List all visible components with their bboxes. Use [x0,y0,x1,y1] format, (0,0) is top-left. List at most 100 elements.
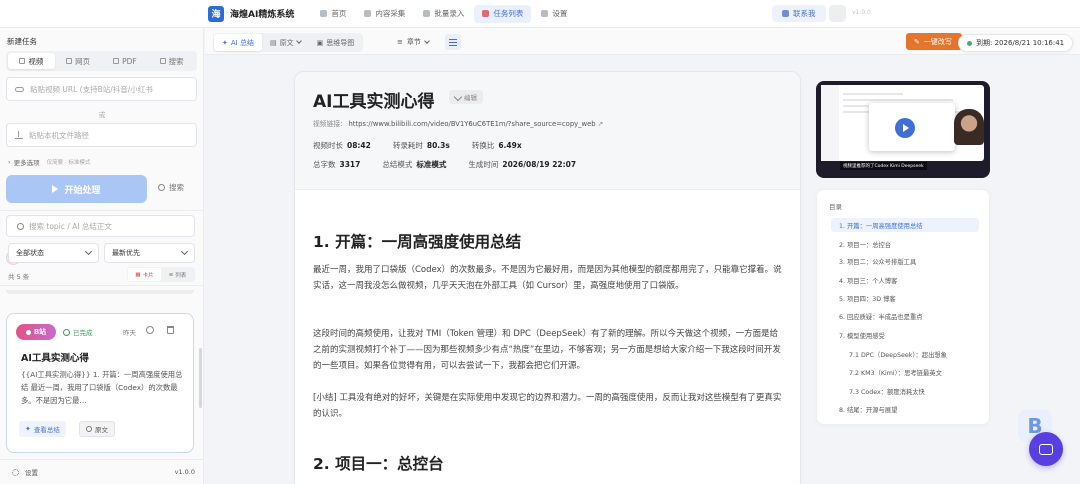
path-field[interactable] [6,123,197,147]
contact-button[interactable]: 联系我 [772,5,826,22]
or-divider: 或 [98,111,106,119]
task-card[interactable]: B站 已完成 昨天 AI工具实测心得 {{AI工具实测心得}} 1. 开篇：一周… [6,313,194,453]
card-excerpt: {{AI工具实测心得}} 1. 开篇：一周高强度使用总结 最近一周，我用了口袋版… [21,370,183,405]
tab-ai-summary[interactable]: ✦ AI 总结 [214,34,262,51]
meta-row-1: 视频时长 08:42 转录耗时 80.3s 转换比 6.49x [313,141,522,150]
rewrite-button[interactable]: ✎ 一键改写 [906,33,962,50]
video-url[interactable]: https://www.bilibili.com/video/BV1Y6uC6T… [348,120,595,128]
toc-item[interactable]: 7.1 DPC（DeepSeek）：超出想象 [831,347,979,361]
collect-icon [364,10,372,17]
tab-pdf[interactable]: PDF [102,53,149,69]
chat-icon [782,10,789,17]
path-input[interactable] [29,130,189,140]
status-dot-icon [967,40,972,46]
toc-item[interactable]: 7. 模型使用感受 [831,328,979,342]
check-circle-icon [63,328,70,336]
edit-icon: ✎ [914,37,920,46]
settings-icon [541,10,549,17]
version-top: v1.0.0 [852,9,871,16]
list-icon: ≡ [168,271,174,278]
batch-icon [423,10,431,17]
url-input[interactable] [30,84,190,94]
toc-item[interactable]: 3. 项目二：公众号排版工具 [831,254,979,268]
document-title: AI工具实测心得 [313,92,435,112]
chevron-right-icon: › [8,158,11,166]
nav-tasks[interactable]: 任务列表 [474,4,532,23]
view-card-button[interactable]: ▦ 卡片 [128,268,161,281]
mindmap-icon: ▣ [316,38,324,47]
tab-web[interactable]: 网页 [55,53,102,69]
nav-batch[interactable]: 批量录入 [415,5,472,23]
view-toggle: ▦ 卡片 ≡ 列表 [127,267,195,282]
toc-item[interactable]: 7.2 KM3（Kimi）：思考链最英文 [831,365,979,379]
platform-badge: B站 [16,324,56,340]
tab-video[interactable]: 视频 [8,53,55,69]
expiry-badge: 到期: 2026/8/21 10:16:41 [958,34,1074,52]
info-icon[interactable] [146,326,154,334]
chevron-down-icon [180,247,189,256]
sort-select[interactable]: 最新优先 [104,243,195,263]
toc-item[interactable]: 4. 项目三：个人博客 [831,273,979,287]
status-select[interactable]: 全部状态 [8,243,99,263]
toc-item[interactable]: 8. 结尾：开源与展望 [831,402,979,416]
view-source-button[interactable]: 原文 [79,421,115,437]
previous-card-edge [6,290,194,294]
nav-settings[interactable]: 设置 [533,5,575,23]
task-icon [482,10,490,17]
toc-item[interactable]: 2. 项目一：总控台 [831,237,979,251]
sidebar-footer: 设置 v1.0.0 [0,459,204,484]
video-icon [19,58,26,64]
view-list-button[interactable]: ≡ 列表 [161,268,194,281]
video-link: 视频链接: https://www.bilibili.com/video/BV1Y… [313,120,604,128]
video-thumbnail[interactable]: 视频里推荐的了Codex Kimi Deepseek [816,81,990,178]
outline-toggle-icon[interactable] [445,34,461,50]
more-options-toggle[interactable]: › 更多选项 仅简要 · 标准模式 [8,157,90,167]
task-search-input[interactable] [29,221,189,231]
tab-search[interactable]: 搜索 [148,53,195,69]
search-button[interactable]: 搜索 [158,182,184,193]
nav-collect[interactable]: 内容采集 [356,5,413,23]
toc-item[interactable]: 5. 项目四：3D 博客 [831,291,979,305]
task-search-field[interactable] [6,215,195,237]
paragraph: [小结] 工具没有绝对的好坏，关键是在实际使用中发现它的边界和潜力。一周的高强度… [313,393,782,419]
search-icon [158,184,165,191]
chevron-down-icon [84,247,93,256]
upload-icon [15,131,23,139]
home-icon [320,10,328,17]
divider [0,210,204,211]
divider [0,285,204,286]
meta-row-2: 总字数 3317 总结模式 标准模式 生成时间 2026/08/19 22:07 [313,160,577,169]
nav-home[interactable]: 首页 [312,5,354,23]
bilibili-icon [25,329,31,335]
start-button[interactable]: 开始处理 [6,175,147,203]
view-summary-button[interactable]: ✦ 查看总结 [19,421,66,437]
sparkle-icon: ✦ [222,38,228,47]
tab-mindmap[interactable]: ▣ 思维导图 [309,34,363,51]
toc-item[interactable]: 1. 开篇：一周高强度使用总结 [831,218,979,232]
gear-icon [12,469,19,476]
edit-title-button[interactable]: 编辑 [449,90,483,104]
table-of-contents: 目录 1. 开篇：一周高强度使用总结 2. 项目一：总控台 3. 项目二：公众号… [816,189,990,425]
tab-source[interactable]: ▤ 原文 [262,34,309,51]
card-title: AI工具实测心得 [21,353,89,364]
toc-title: 目录 [829,203,842,211]
card-date: 昨天 [123,329,136,337]
toc-item[interactable]: 7.3 Codex：额度消耗太快 [831,384,979,398]
chapter-dropdown[interactable]: ≡ 章节 [397,37,430,47]
trash-icon[interactable] [167,326,174,334]
user-avatar[interactable] [829,5,846,22]
external-link-icon[interactable]: ↗ [596,120,604,128]
search-icon [17,222,24,230]
toc-item[interactable]: 6. 回应质疑：半成品也是重点 [831,309,979,323]
paragraph: 最近一周，我用了口袋版（Codex）的次数最多。不是因为它最好用，而是因为其他模… [313,265,782,291]
chat-assistant-button[interactable] [1029,432,1063,466]
task-count: 共 5 条 [8,273,30,281]
sidebar-scrollbar[interactable] [199,348,202,408]
presenter-avatar [954,109,984,145]
play-icon [52,185,59,193]
document-icon: ▤ [269,38,277,47]
section-heading: 2. 项目一：总控台 [313,455,444,473]
url-field[interactable] [6,77,197,101]
settings-link[interactable]: 设置 [12,467,38,477]
play-icon[interactable] [895,118,915,138]
